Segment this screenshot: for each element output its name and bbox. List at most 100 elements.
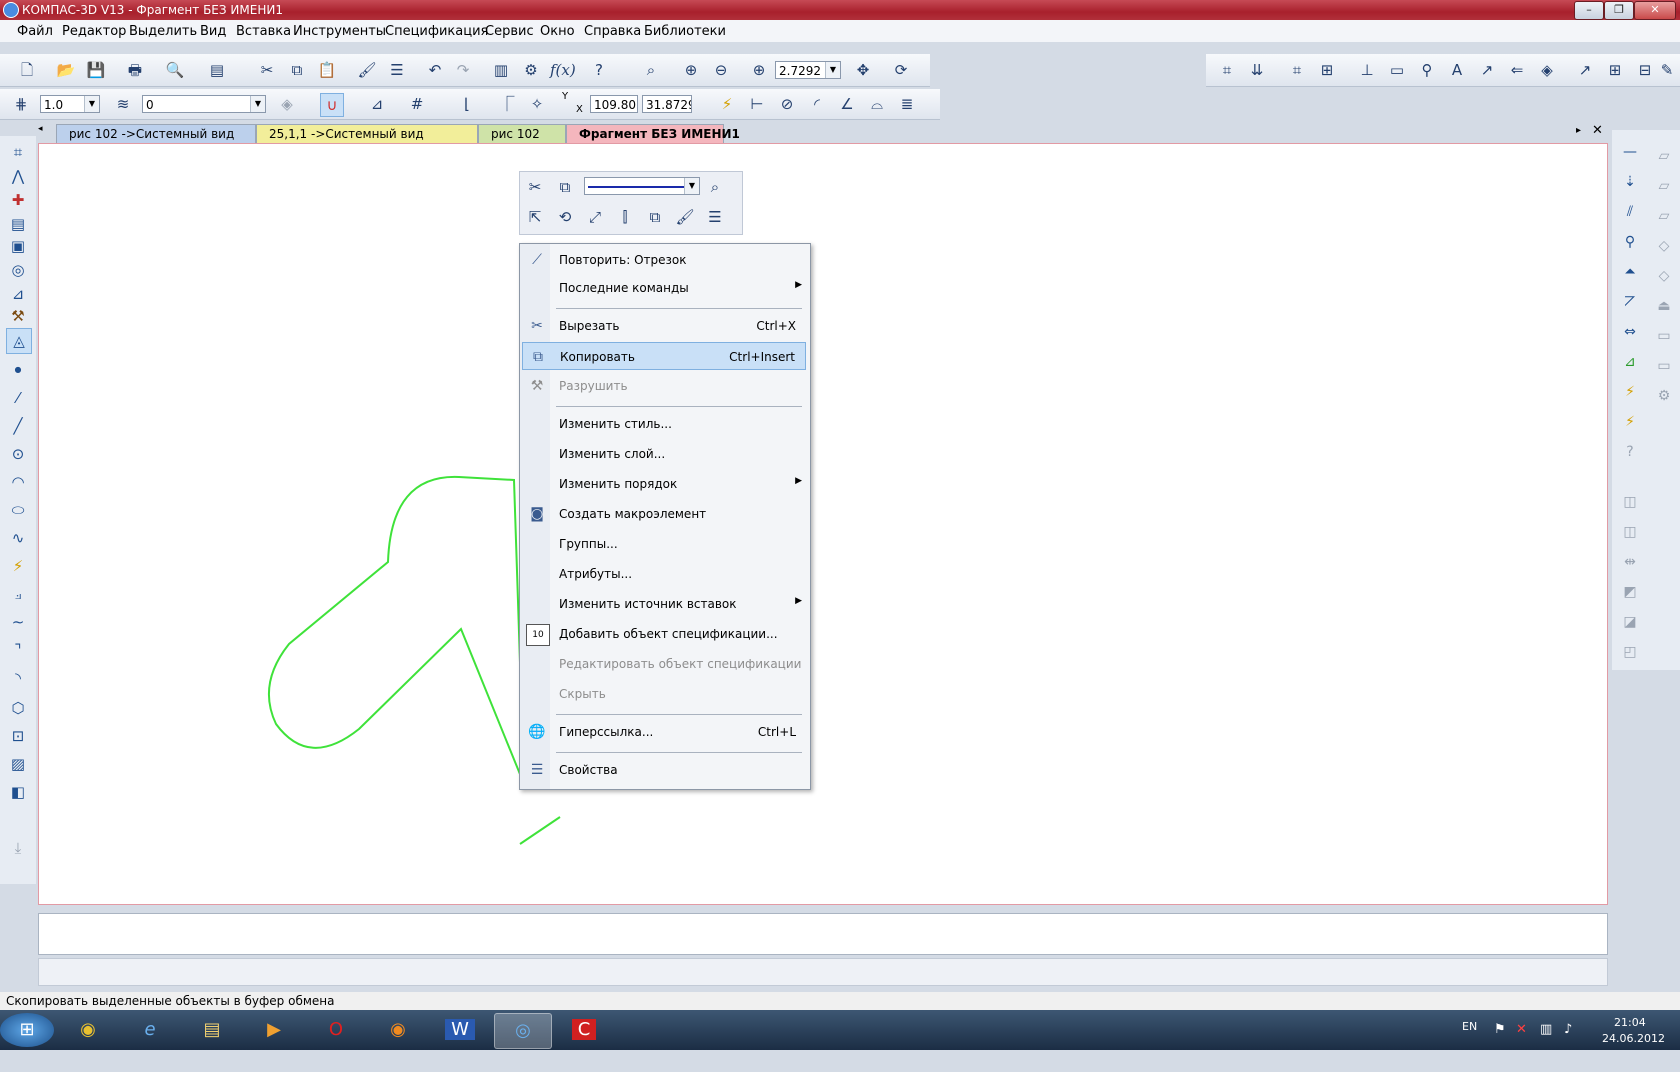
copy-icon[interactable]: ⧉ (554, 176, 576, 198)
menu-libraries[interactable]: Библиотеки (644, 24, 726, 39)
view-stack-icon[interactable]: ◰ (1618, 640, 1642, 664)
properties-list-icon[interactable]: ☰ (386, 59, 408, 81)
edit-icon[interactable]: ⌗ (1286, 59, 1308, 81)
menu-insert[interactable]: Вставка (236, 24, 291, 39)
insert-fragment-icon[interactable]: ⤓ (6, 836, 30, 860)
body-icon[interactable]: ▭ (1652, 324, 1676, 348)
plane-icon[interactable]: ▱ (1652, 144, 1676, 168)
cut-icon[interactable]: ✂ (256, 59, 278, 81)
continuous-icon[interactable]: ⟓ (6, 582, 30, 606)
menu-item-create-macro[interactable]: ◙ Создать макроэлемент (522, 500, 806, 528)
taskbar-firefox[interactable]: ◉ (370, 1013, 426, 1047)
print-preview-icon[interactable]: 🔍 (164, 59, 186, 81)
coord-x-field[interactable]: 109.80 (590, 95, 638, 113)
angle-constraint-icon[interactable]: ⦢ (1618, 290, 1642, 314)
surface-icon[interactable]: ⏏ (1652, 294, 1676, 318)
step-field[interactable]: 1.0 ▼ (40, 95, 100, 113)
menu-file[interactable]: Файл (17, 24, 53, 39)
auto-param-icon[interactable]: ⚡ (1618, 410, 1642, 434)
menu-specification[interactable]: Спецификация (385, 24, 488, 39)
chevron-down-icon[interactable]: ▼ (825, 62, 840, 78)
print-icon[interactable]: 🖶 (124, 59, 146, 81)
datum-icon[interactable]: ◈ (1536, 59, 1558, 81)
angle-icon[interactable]: ∠ (836, 93, 858, 115)
properties-icon[interactable]: ☰ (704, 206, 726, 228)
chamfer-icon[interactable]: ⌝ (6, 638, 30, 662)
tabs-scroll-left-icon[interactable]: ◂ (38, 124, 43, 134)
pan-icon[interactable]: ✥ (852, 59, 874, 81)
fill-icon[interactable]: ◧ (6, 780, 30, 804)
line-style-icon[interactable]: — (1618, 140, 1642, 164)
menu-item-recent-commands[interactable]: Последние команды ▶ (522, 274, 806, 302)
tabs-scroll-right-icon[interactable]: ▸ (1576, 125, 1581, 136)
tab-25-1-1-system-view[interactable]: 25,1,1 ->Системный вид (256, 124, 478, 143)
bezier-icon[interactable]: ∼ (6, 610, 30, 634)
chevron-down-icon[interactable]: ▼ (684, 178, 699, 194)
network-icon[interactable]: ▥ (1540, 1022, 1552, 1062)
tree-icon[interactable]: ▥ (490, 59, 512, 81)
roughness-icon[interactable]: ⚲ (1416, 59, 1438, 81)
security-icon[interactable]: ✕ (1516, 1022, 1527, 1062)
arc-tool-icon[interactable]: ◠ (6, 470, 30, 494)
volume-icon[interactable]: ♪ (1564, 1022, 1572, 1062)
function-icon[interactable]: f(x) (550, 59, 576, 81)
distance-icon[interactable]: ⊢ (746, 93, 768, 115)
copy-icon[interactable]: ⧉ (286, 59, 308, 81)
geometry-panel-icon[interactable]: ⌗ (6, 140, 30, 164)
maximize-button[interactable]: ❐ (1604, 1, 1634, 20)
plane-angle-icon[interactable]: ▱ (1652, 204, 1676, 228)
fillet-icon[interactable]: ◝ (6, 666, 30, 690)
menu-view[interactable]: Вид (200, 24, 226, 39)
dimension-icon[interactable]: ⇊ (1246, 59, 1268, 81)
menu-select[interactable]: Выделить (129, 24, 197, 39)
zoom-window-icon[interactable]: ⌕ (640, 59, 662, 81)
minimize-button[interactable]: – (1574, 1, 1604, 20)
local-cs-icon[interactable]: ⌊ (456, 93, 478, 115)
save-icon[interactable]: 💾 (85, 59, 107, 81)
drawing-canvas[interactable] (38, 143, 1608, 905)
axis-icon[interactable]: ↗ (1574, 59, 1596, 81)
zoom-in-icon[interactable]: ⊕ (680, 59, 702, 81)
chevron-down-icon[interactable]: ▼ (84, 96, 99, 112)
aux-line-icon[interactable]: ⁄ (6, 386, 30, 410)
menu-item-repeat[interactable]: ⟋ Повторить: Отрезок (522, 246, 806, 274)
taskbar-ie[interactable]: e (122, 1013, 178, 1047)
copy-array-icon[interactable]: ⧉ (644, 206, 666, 228)
tab-fragment[interactable]: Фрагмент БЕЗ ИМЕНИ1 (566, 124, 740, 143)
start-button[interactable]: ⊞ (0, 1013, 54, 1047)
geometry-active-icon[interactable]: ◬ (6, 328, 32, 354)
plane-tangent-icon[interactable]: ◇ (1652, 264, 1676, 288)
view-align-icon[interactable]: ⇹ (1618, 550, 1642, 574)
help-icon[interactable]: ? (1618, 440, 1642, 464)
arrow-icon[interactable]: ⇐ (1506, 59, 1528, 81)
polygon-icon[interactable]: ⬡ (6, 696, 30, 720)
selection-panel-icon[interactable]: ⊿ (6, 282, 30, 306)
manager-icon[interactable]: ▤ (206, 59, 228, 81)
ortho-mode-icon[interactable]: ⎾ (496, 93, 518, 115)
menu-item-cut[interactable]: ✂ Вырезать Ctrl+X (522, 312, 806, 340)
menu-item-attributes[interactable]: Атрибуты... (522, 560, 806, 588)
view-create-icon[interactable]: ◫ (1618, 490, 1642, 514)
plane-normal-icon[interactable]: ◇ (1652, 234, 1676, 258)
menu-help[interactable]: Справка (584, 24, 641, 39)
plane-offset-icon[interactable]: ▱ (1652, 174, 1676, 198)
taskbar-kompas[interactable]: ◎ (494, 1013, 552, 1049)
taskbar-media-player[interactable]: ▶ (246, 1013, 302, 1047)
language-indicator[interactable]: EN (1462, 1020, 1477, 1060)
point-icon[interactable]: ● (6, 358, 30, 382)
scale-icon[interactable]: ⤢ (584, 206, 606, 228)
parametrize-icon[interactable]: ⊞ (1316, 59, 1338, 81)
dimensions-panel-icon[interactable]: ⋀ (6, 164, 30, 188)
tab-ris-102-system-view[interactable]: рис 102 ->Системный вид (56, 124, 256, 143)
tools-icon[interactable]: ✎ (1656, 59, 1678, 81)
measurements-panel-icon[interactable]: ◎ (6, 258, 30, 282)
taskbar-opera[interactable]: O (308, 1013, 364, 1047)
view-copy-icon[interactable]: ◫ (1618, 520, 1642, 544)
menu-item-change-insert-source[interactable]: Изменить источник вставок ▶ (522, 590, 806, 618)
brush-icon[interactable]: 🖌 (674, 206, 696, 228)
taskbar-explorer[interactable]: ▤ (184, 1013, 240, 1047)
layer-style-icon[interactable]: ◈ (276, 93, 298, 115)
designations-panel-icon[interactable]: ✚ (6, 188, 30, 212)
menu-editor[interactable]: Редактор (62, 24, 126, 39)
gear-icon[interactable]: ⚙ (1652, 384, 1676, 408)
